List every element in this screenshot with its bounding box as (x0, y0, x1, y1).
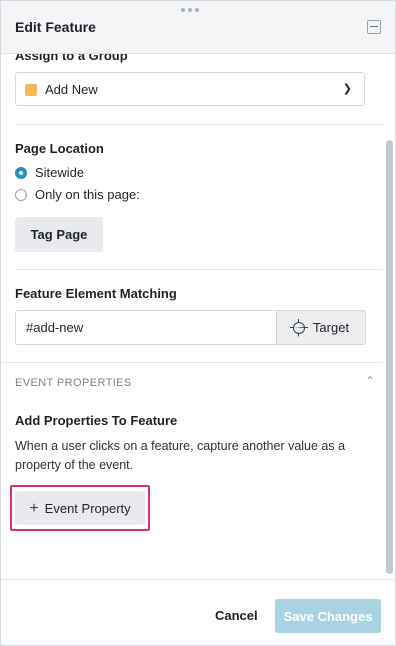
save-changes-button[interactable]: Save Changes (275, 599, 381, 633)
chevron-up-icon[interactable]: ⌃ (365, 374, 375, 388)
panel-footer: Cancel Save Changes (1, 579, 395, 645)
crosshair-icon (292, 321, 305, 334)
tag-page-button[interactable]: Tag Page (15, 217, 103, 252)
target-button-label: Target (312, 320, 350, 335)
event-properties-heading: Add Properties To Feature (15, 413, 178, 428)
page-location-label: Page Location (15, 141, 104, 156)
scrollbar[interactable] (385, 54, 393, 579)
group-color-swatch (25, 84, 37, 96)
divider (15, 124, 383, 125)
event-properties-description: When a user clicks on a feature, capture… (15, 439, 346, 472)
add-event-property-button[interactable]: + Event Property (15, 491, 145, 525)
cancel-button[interactable]: Cancel (215, 608, 258, 623)
radio-sitewide-label: Sitewide (35, 165, 85, 180)
radio-checked-icon[interactable] (15, 166, 27, 179)
group-select[interactable]: Add New ❯ (15, 72, 365, 106)
group-select-value: Add New (45, 82, 98, 97)
element-matching-label: Feature Element Matching (15, 286, 177, 301)
group-label: Assign to a Group (15, 54, 128, 63)
selector-input[interactable] (15, 310, 277, 345)
edit-feature-panel: Edit Feature Assign to a Group Add New ❯… (0, 0, 396, 646)
minimize-icon[interactable] (367, 20, 381, 34)
section-divider (1, 362, 383, 363)
divider (15, 269, 383, 270)
drag-handle-icon[interactable] (181, 8, 199, 12)
plus-icon: + (29, 499, 39, 517)
target-button[interactable]: Target (276, 310, 366, 345)
radio-this-page-label: Only on this page: (35, 187, 140, 202)
chevron-down-icon: ❯ (342, 83, 352, 95)
radio-unchecked-icon[interactable] (15, 188, 27, 201)
event-properties-section-title[interactable]: EVENT PROPERTIES (15, 377, 132, 389)
panel-header[interactable]: Edit Feature (1, 1, 395, 54)
add-event-property-label: Event Property (44, 500, 131, 516)
panel-title: Edit Feature (15, 19, 96, 35)
radio-sitewide[interactable]: Sitewide (15, 165, 84, 180)
scroll-content: Assign to a Group Add New ❯ Page Locatio… (1, 54, 383, 579)
scrollbar-thumb[interactable] (386, 140, 393, 574)
radio-this-page[interactable]: Only on this page: (15, 187, 140, 202)
